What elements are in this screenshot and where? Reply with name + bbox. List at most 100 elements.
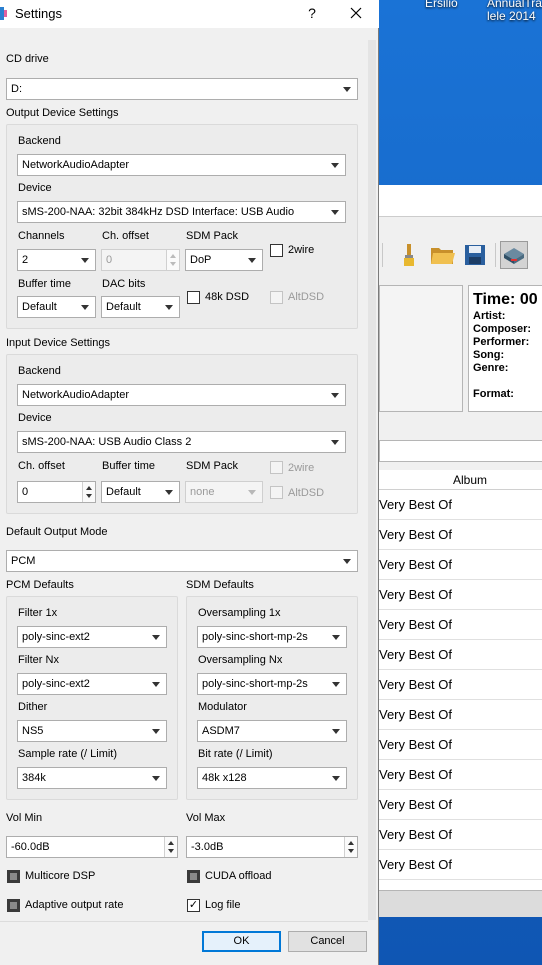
chevron-up-icon xyxy=(168,841,174,845)
channels-select[interactable]: 2 xyxy=(17,249,96,271)
chevron-down-icon xyxy=(168,849,174,853)
oversampling-nx-select[interactable]: poly-sinc-short-mp-2s xyxy=(197,673,347,695)
filter-nx-label: Filter Nx xyxy=(18,654,59,666)
list-item[interactable]: Very Best Of xyxy=(379,790,542,820)
48k-dsd-checkbox[interactable] xyxy=(187,291,200,304)
list-item[interactable]: Very Best Of xyxy=(379,640,542,670)
output-buffer-time-select[interactable]: Default xyxy=(17,296,96,318)
settings-dialog: Settings ? CD drive D: Output Device Set… xyxy=(0,0,379,965)
chevron-down-icon xyxy=(81,258,89,263)
chevron-down-icon xyxy=(170,262,176,266)
vertical-scrollbar[interactable] xyxy=(368,40,376,920)
chevron-down-icon xyxy=(331,210,339,215)
vol-max-spinbox[interactable]: -3.0dB xyxy=(186,836,358,858)
input-backend-select[interactable]: NetworkAudioAdapter xyxy=(17,384,346,406)
app-icon xyxy=(0,7,8,20)
input-sdm-pack-value: none xyxy=(190,486,215,498)
list-item[interactable]: Very Best Of xyxy=(379,520,542,550)
cancel-button[interactable]: Cancel xyxy=(288,931,367,952)
output-section-label: Output Device Settings xyxy=(6,107,119,119)
adaptive-output-rate-label: Adaptive output rate xyxy=(25,899,124,911)
input-device-label: Device xyxy=(18,412,52,424)
column-header-album[interactable]: Album xyxy=(379,470,542,490)
sdm-defaults-label: SDM Defaults xyxy=(186,579,254,591)
output-ch-offset-spinbox[interactable]: 0 xyxy=(101,249,180,271)
desktop-icon-label[interactable]: Ersilio xyxy=(425,0,458,10)
input-ch-offset-spinbox[interactable]: 0 xyxy=(17,481,96,503)
input-sdm-pack-select[interactable]: none xyxy=(185,481,263,503)
ok-button[interactable]: OK xyxy=(202,931,281,952)
input-buffer-time-select[interactable]: Default xyxy=(101,481,180,503)
list-item[interactable]: Very Best Of xyxy=(379,730,542,760)
filter-1x-select[interactable]: poly-sinc-ext2 xyxy=(17,626,167,648)
modulator-label: Modulator xyxy=(198,701,247,713)
close-icon xyxy=(350,7,362,19)
output-sdm-pack-select[interactable]: DoP xyxy=(185,249,263,271)
cd-drive-select[interactable]: D: xyxy=(6,78,358,100)
desktop-icon-label[interactable]: AnnualTra lele 2014 xyxy=(487,0,542,23)
folder-open-icon[interactable] xyxy=(429,241,457,269)
output-device-value: sMS-200-NAA: 32bit 384kHz DSD Interface:… xyxy=(22,206,295,218)
list-item[interactable]: Very Best Of xyxy=(379,550,542,580)
input-device-select[interactable]: sMS-200-NAA: USB Audio Class 2 xyxy=(17,431,346,453)
spin-buttons[interactable] xyxy=(82,482,95,502)
list-item[interactable]: Very Best Of xyxy=(379,580,542,610)
spin-buttons[interactable] xyxy=(344,837,357,857)
sample-rate-select[interactable]: 384k xyxy=(17,767,167,789)
chevron-down-icon xyxy=(152,729,160,734)
oversampling-1x-value: poly-sinc-short-mp-2s xyxy=(202,631,308,643)
filter-nx-select[interactable]: poly-sinc-ext2 xyxy=(17,673,167,695)
output-device-label: Device xyxy=(18,182,52,194)
list-item[interactable]: Very Best Of xyxy=(379,760,542,790)
close-button[interactable] xyxy=(343,2,369,24)
dialog-content: CD drive D: Output Device Settings Backe… xyxy=(0,28,368,965)
brush-icon[interactable] xyxy=(395,241,423,269)
oversampling-1x-select[interactable]: poly-sinc-short-mp-2s xyxy=(197,626,347,648)
output-sdm-pack-value: DoP xyxy=(190,254,212,266)
sample-rate-label: Sample rate (/ Limit) xyxy=(18,748,118,760)
vol-max-label: Vol Max xyxy=(186,812,226,824)
library-search-field[interactable] xyxy=(379,440,542,462)
input-backend-value: NetworkAudioAdapter xyxy=(22,389,130,401)
output-ch-offset-label: Ch. offset xyxy=(102,230,149,242)
dither-select[interactable]: NS5 xyxy=(17,720,167,742)
save-disk-icon[interactable] xyxy=(461,241,489,269)
spin-buttons[interactable] xyxy=(166,250,179,270)
default-output-mode-select[interactable]: PCM xyxy=(6,550,358,572)
spin-buttons[interactable] xyxy=(164,837,177,857)
dac-bits-select[interactable]: Default xyxy=(101,296,180,318)
adaptive-output-rate-checkbox[interactable] xyxy=(7,899,20,912)
cuda-offload-checkbox[interactable] xyxy=(187,870,200,883)
input-2wire-checkbox[interactable] xyxy=(270,461,283,474)
modulator-select[interactable]: ASDM7 xyxy=(197,720,347,742)
log-file-label: Log file xyxy=(205,899,241,911)
list-item[interactable]: Very Best Of xyxy=(379,610,542,640)
input-altdsd-checkbox[interactable] xyxy=(270,486,283,499)
cd-drive-icon[interactable] xyxy=(500,241,528,269)
output-device-select[interactable]: sMS-200-NAA: 32bit 384kHz DSD Interface:… xyxy=(17,201,346,223)
log-file-checkbox[interactable]: ✓ xyxy=(187,899,200,912)
help-button[interactable]: ? xyxy=(300,2,324,24)
chevron-down-icon xyxy=(248,258,256,263)
output-2wire-checkbox[interactable] xyxy=(270,244,283,257)
vol-min-value: -60.0dB xyxy=(11,841,50,853)
list-item[interactable]: Very Best Of xyxy=(379,670,542,700)
list-item[interactable]: Very Best Of xyxy=(379,700,542,730)
chevron-up-icon xyxy=(86,486,92,490)
output-backend-select[interactable]: NetworkAudioAdapter xyxy=(17,154,346,176)
checkmark-icon: ✓ xyxy=(188,899,199,911)
multicore-dsp-checkbox[interactable] xyxy=(7,870,20,883)
dither-label: Dither xyxy=(18,701,48,713)
filter-1x-label: Filter 1x xyxy=(18,607,58,619)
list-item[interactable]: Very Best Of xyxy=(379,850,542,880)
dac-bits-label: DAC bits xyxy=(102,278,146,290)
chevron-down-icon xyxy=(165,490,173,495)
default-output-mode-label: Default Output Mode xyxy=(6,526,108,538)
vol-min-spinbox[interactable]: -60.0dB xyxy=(6,836,178,858)
oversampling-nx-label: Oversampling Nx xyxy=(198,654,283,666)
list-item[interactable]: Very Best Of xyxy=(379,490,542,520)
bit-rate-select[interactable]: 48k x128 xyxy=(197,767,347,789)
list-item[interactable]: Very Best Of xyxy=(379,820,542,850)
output-altdsd-checkbox[interactable] xyxy=(270,291,283,304)
performer-label: Performer: xyxy=(473,336,530,348)
